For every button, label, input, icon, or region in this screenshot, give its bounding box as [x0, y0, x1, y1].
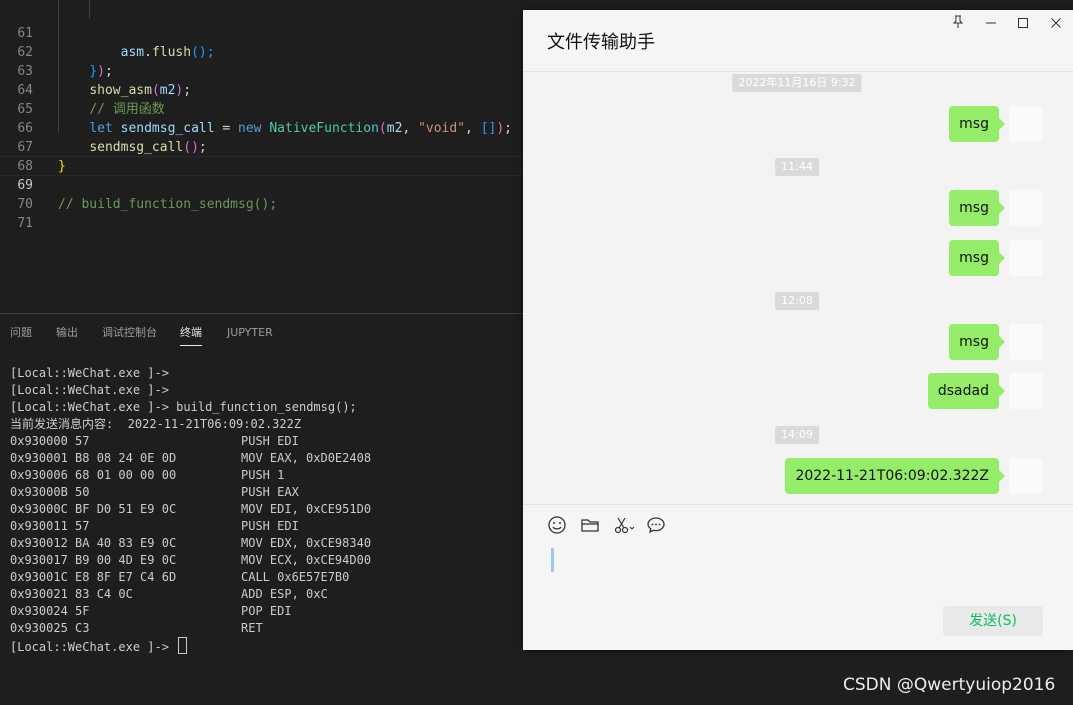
- terminal-input-line[interactable]: [Local::WeChat.exe ]->: [10, 637, 515, 654]
- terminal-prompt: [Local::WeChat.exe ]->: [10, 383, 169, 397]
- minimize-icon[interactable]: [979, 14, 1003, 38]
- code-line[interactable]: 65 let sendmsg_call = new NativeFunction…: [0, 81, 523, 136]
- asm-row: 0x930000 57 PUSH EDI: [10, 434, 299, 448]
- timestamp: 11:44: [775, 158, 819, 176]
- avatar[interactable]: [1009, 324, 1043, 360]
- timestamp: 2022年11月16日 9:32: [732, 74, 862, 92]
- code-line[interactable]: 61 asm.flush();: [0, 5, 523, 60]
- terminal-prompt: [Local::WeChat.exe ]-> build_function_se…: [10, 400, 357, 414]
- asm-row: 0x930024 5F POP EDI: [10, 604, 292, 618]
- avatar[interactable]: [1009, 240, 1043, 276]
- tab-jupyter[interactable]: JUPYTER: [227, 325, 273, 345]
- asm-row: 0x93001C E8 8F E7 C4 6D CALL 0x6E57E7B0: [10, 570, 350, 584]
- timestamp: 12:08: [775, 292, 819, 310]
- code-line[interactable]: 70: [0, 176, 523, 212]
- scissors-icon[interactable]: [613, 515, 635, 537]
- wechat-window: 文件传输助手 2022年11月16日 9:32 msg 11:44 msg ms…: [523, 10, 1073, 650]
- asm-row: 0x930021 83 C4 0C ADD ESP, 0xC: [10, 587, 328, 601]
- pin-icon[interactable]: [946, 14, 970, 38]
- send-button[interactable]: 发送(S): [943, 606, 1043, 636]
- message-input-area[interactable]: 发送(S): [523, 505, 1073, 650]
- asm-row: 0x93000B 50 PUSH EAX: [10, 485, 299, 499]
- code-line[interactable]: 62 });: [0, 24, 523, 79]
- message-bubble[interactable]: msg: [949, 240, 1005, 276]
- code-editor[interactable]: 61 asm.flush(); 62 }); 63 show_asm(m2); …: [0, 0, 523, 313]
- avatar[interactable]: [1009, 458, 1043, 494]
- avatar[interactable]: [1009, 106, 1043, 142]
- emoji-icon[interactable]: [547, 515, 569, 537]
- tab-debug-console[interactable]: 调试控制台: [102, 325, 157, 345]
- code-line-current[interactable]: 69 // build_function_sendmsg();: [0, 156, 523, 212]
- text-cursor: [551, 548, 554, 572]
- code-line[interactable]: 64 // 调用函数: [0, 62, 523, 117]
- asm-row: 0x93000C BF D0 51 E9 0C MOV EDI, 0xCE951D…: [10, 502, 372, 516]
- terminal-prompt: [Local::WeChat.exe ]->: [10, 366, 169, 380]
- asm-row: 0x930011 57 PUSH EDI: [10, 519, 299, 533]
- code-line[interactable]: 71: [0, 195, 523, 231]
- tab-problems[interactable]: 问题: [10, 325, 32, 345]
- terminal-message-line: 当前发送消息内容: 2022-11-21T06:09:02.322Z: [10, 417, 302, 431]
- asm-row: 0x930012 BA 40 83 E9 0C MOV EDX, 0xCE9834…: [10, 536, 372, 550]
- line-number: 71: [17, 216, 33, 231]
- tab-terminal[interactable]: 终端: [180, 325, 202, 346]
- asm-row: 0x930001 B8 08 24 0E 0D MOV EAX, 0xD0E240…: [10, 451, 372, 465]
- terminal-cursor: [178, 637, 188, 654]
- asm-row: 0x930017 B9 00 4D E9 0C MOV ECX, 0xCE94D0…: [10, 553, 372, 567]
- maximize-icon[interactable]: [1011, 14, 1035, 38]
- close-icon[interactable]: [1044, 14, 1068, 38]
- avatar[interactable]: [1009, 373, 1043, 409]
- message-bubble[interactable]: 2022-11-21T06:09:02.322Z: [785, 458, 1005, 494]
- avatar[interactable]: [1009, 190, 1043, 226]
- timestamp: 14:09: [775, 426, 819, 444]
- code-line[interactable]: 68: [0, 138, 523, 174]
- asm-row: 0x930025 C3 RET: [10, 621, 263, 635]
- chat-messages[interactable]: 2022年11月16日 9:32 msg 11:44 msg msg 12:08…: [523, 72, 1073, 504]
- bottom-panel: 问题 输出 调试控制台 终端 JUPYTER [Local::WeChat.ex…: [0, 313, 523, 705]
- message-bubble[interactable]: msg: [949, 190, 1005, 226]
- code-line[interactable]: 63 show_asm(m2);: [0, 43, 523, 98]
- message-bubble[interactable]: msg: [949, 324, 1005, 360]
- message-bubble[interactable]: msg: [949, 106, 1005, 142]
- code-line[interactable]: 67 }: [0, 119, 523, 174]
- chat-bubble-icon[interactable]: [646, 515, 668, 537]
- message-bubble[interactable]: dsadad: [927, 373, 1006, 409]
- chat-title: 文件传输助手: [547, 32, 655, 53]
- asm-row: 0x930006 68 01 00 00 00 PUSH 1: [10, 468, 285, 482]
- code-line[interactable]: 66 sendmsg_call();: [0, 100, 523, 155]
- tab-output[interactable]: 输出: [56, 325, 78, 345]
- terminal-prompt: [Local::WeChat.exe ]->: [10, 640, 169, 654]
- watermark: CSDN @Qwertyuiop2016: [843, 675, 1056, 695]
- folder-icon[interactable]: [580, 515, 602, 537]
